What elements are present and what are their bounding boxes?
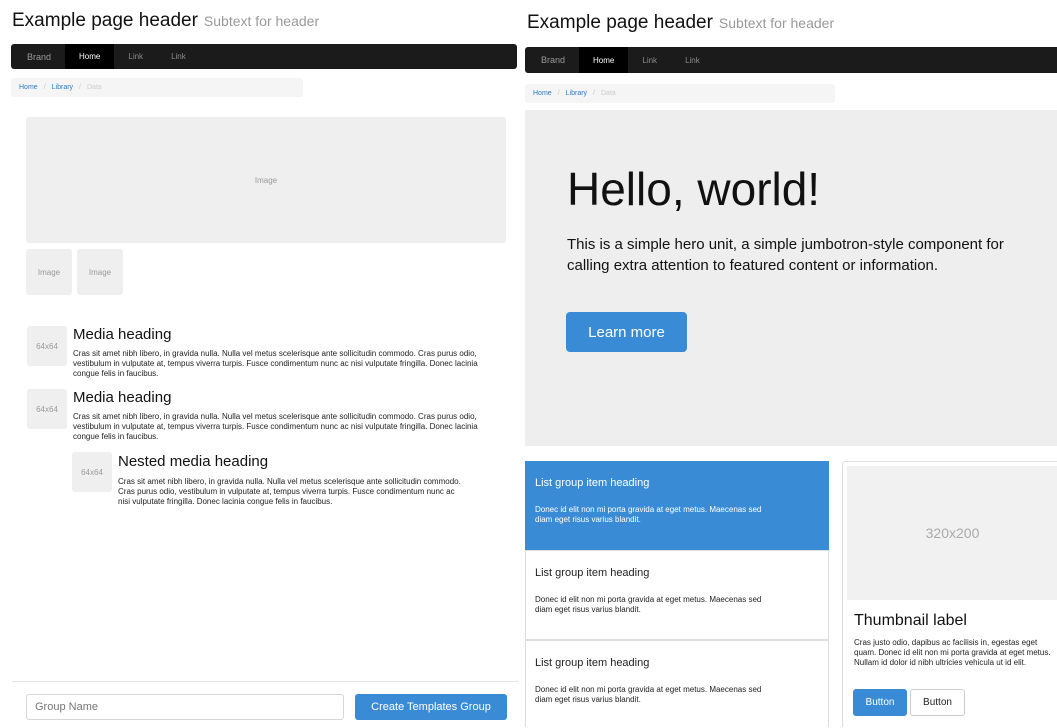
thumbnail: 320x200 Thumbnail label Cras justo odio,… [842, 461, 1057, 727]
media-object-1: 64x64 [27, 326, 67, 366]
media-object-label: 64x64 [81, 467, 103, 477]
right-breadcrumb-data: Data [601, 90, 616, 97]
list-group-item-text: Donec id elit non mi porta gravida at eg… [535, 505, 762, 524]
list-group-item-text: Donec id elit non mi porta gravida at eg… [535, 685, 762, 704]
right-breadcrumb-separator: / [557, 90, 560, 97]
group-name-input[interactable] [26, 694, 344, 720]
left-breadcrumb-separator: / [79, 84, 81, 91]
right-breadcrumb-separator: / [593, 90, 595, 97]
left-page-header: Example page header Subtext for header [12, 10, 319, 32]
right-navbar-brand[interactable]: Brand [525, 47, 579, 73]
left-nav-link-2[interactable]: Link [157, 44, 200, 69]
jumbotron-text: This is a simple hero unit, a simple jum… [567, 236, 1004, 274]
left-page-title: Example page header [12, 10, 198, 31]
thumbnail-image: 320x200 [847, 466, 1057, 600]
nested-media-object: 64x64 [72, 452, 112, 492]
right-nav-link-2[interactable]: Link [671, 47, 714, 73]
list-group-item-3[interactable]: List group item heading Donec id elit no… [525, 640, 829, 727]
media-object-2: 64x64 [27, 389, 67, 429]
nested-media-heading: Nested media heading [118, 453, 269, 470]
right-page-title: Example page header [527, 12, 713, 33]
learn-more-button[interactable]: Learn more [566, 312, 687, 352]
jumbotron-title: Hello, world! [567, 163, 821, 215]
left-breadcrumb: Home / Library / Data [11, 78, 303, 97]
media-object-label: 64x64 [36, 404, 58, 414]
left-nav-link-1[interactable]: Link [114, 44, 157, 69]
right-navbar: Brand Home Link Link [525, 47, 1057, 73]
thumbnail-label: Thumbnail label [854, 612, 967, 629]
nested-media-body: Cras sit amet nibh libero, in gravida nu… [118, 477, 461, 506]
left-navbar: Brand Home Link Link [11, 44, 517, 69]
left-image-main: Image [26, 117, 506, 243]
list-group-item-heading: List group item heading [535, 657, 650, 669]
list-group-item-1[interactable]: List group item heading Donec id elit no… [525, 461, 829, 550]
right-page-subtext: Subtext for header [718, 15, 835, 31]
thumbnail-primary-button[interactable]: Button [853, 689, 907, 716]
thumbnail-text: Cras justo odio, dapibus ac facilisis in… [854, 638, 1051, 667]
right-nav-home[interactable]: Home [579, 47, 629, 73]
left-page-subtext: Subtext for header [203, 13, 320, 29]
left-image-small-label: Image [88, 267, 112, 277]
jumbotron: Hello, world! This is a simple hero unit… [525, 110, 1057, 446]
left-breadcrumb-home[interactable]: Home [19, 84, 38, 91]
left-image-main-label: Image [254, 175, 278, 185]
left-breadcrumb-library[interactable]: Library [52, 84, 73, 91]
media-heading-2: Media heading [73, 389, 172, 406]
list-group-item-heading: List group item heading [535, 567, 650, 579]
list-group-item-text: Donec id elit non mi porta gravida at eg… [535, 595, 762, 614]
media-object-label: 64x64 [36, 341, 58, 351]
left-image-small-2: Image [77, 249, 123, 295]
left-navbar-brand[interactable]: Brand [11, 44, 65, 69]
thumbnail-default-button[interactable]: Button [910, 689, 965, 716]
media-body-1: Cras sit amet nibh libero, in gravida nu… [73, 349, 478, 378]
left-image-small-label: Image [37, 267, 61, 277]
left-breadcrumb-separator: / [43, 84, 46, 91]
create-templates-group-button[interactable]: Create Templates Group [355, 694, 507, 720]
media-heading-1: Media heading [73, 326, 172, 343]
left-image-small-1: Image [26, 249, 72, 295]
right-breadcrumb-library[interactable]: Library [566, 90, 587, 97]
left-breadcrumb-data: Data [87, 84, 102, 91]
list-group-item-heading: List group item heading [535, 477, 650, 489]
right-breadcrumb: Home / Library / Data [525, 84, 835, 103]
left-nav-home[interactable]: Home [65, 44, 115, 69]
media-body-2: Cras sit amet nibh libero, in gravida nu… [73, 412, 478, 441]
thumbnail-image-label: 320x200 [925, 525, 980, 541]
right-breadcrumb-home[interactable]: Home [533, 90, 552, 97]
right-page-header: Example page header Subtext for header [527, 12, 834, 34]
list-group-item-2[interactable]: List group item heading Donec id elit no… [525, 550, 829, 640]
right-nav-link-1[interactable]: Link [628, 47, 671, 73]
